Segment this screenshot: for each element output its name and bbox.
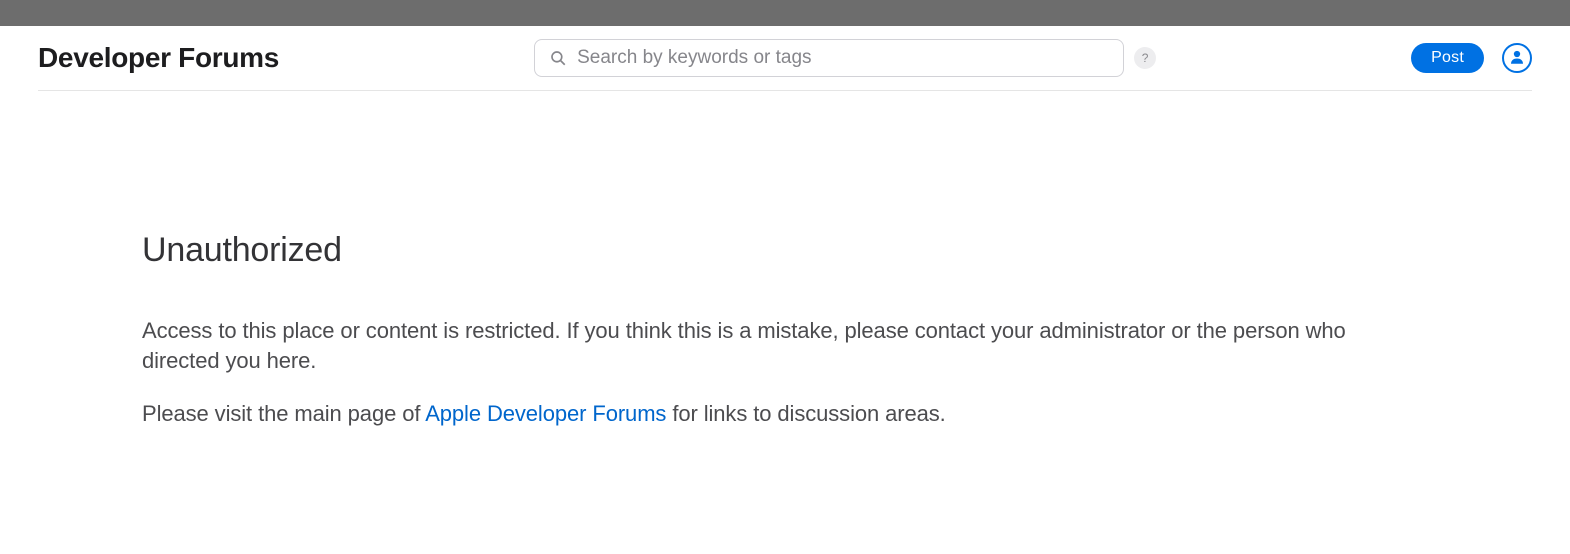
- search-container: ?: [279, 39, 1411, 77]
- page-title: Unauthorized: [142, 231, 1428, 270]
- help-button[interactable]: ?: [1134, 47, 1156, 69]
- forums-link[interactable]: Apple Developer Forums: [425, 401, 666, 426]
- browser-chrome-bar: [0, 0, 1570, 26]
- post-button[interactable]: Post: [1411, 43, 1484, 73]
- person-icon: [1508, 48, 1526, 69]
- site-title[interactable]: Developer Forums: [38, 42, 279, 74]
- redirect-message: Please visit the main page of Apple Deve…: [142, 399, 1428, 429]
- redirect-suffix: for links to discussion areas.: [666, 401, 945, 426]
- header-actions: Post: [1411, 43, 1532, 73]
- error-message: Access to this place or content is restr…: [142, 316, 1428, 375]
- search-icon: [549, 49, 567, 67]
- main-content: Unauthorized Access to this place or con…: [0, 91, 1570, 429]
- redirect-prefix: Please visit the main page of: [142, 401, 425, 426]
- search-box[interactable]: [534, 39, 1124, 77]
- profile-button[interactable]: [1502, 43, 1532, 73]
- search-input[interactable]: [577, 47, 1109, 69]
- header: Developer Forums ? Post: [38, 26, 1532, 91]
